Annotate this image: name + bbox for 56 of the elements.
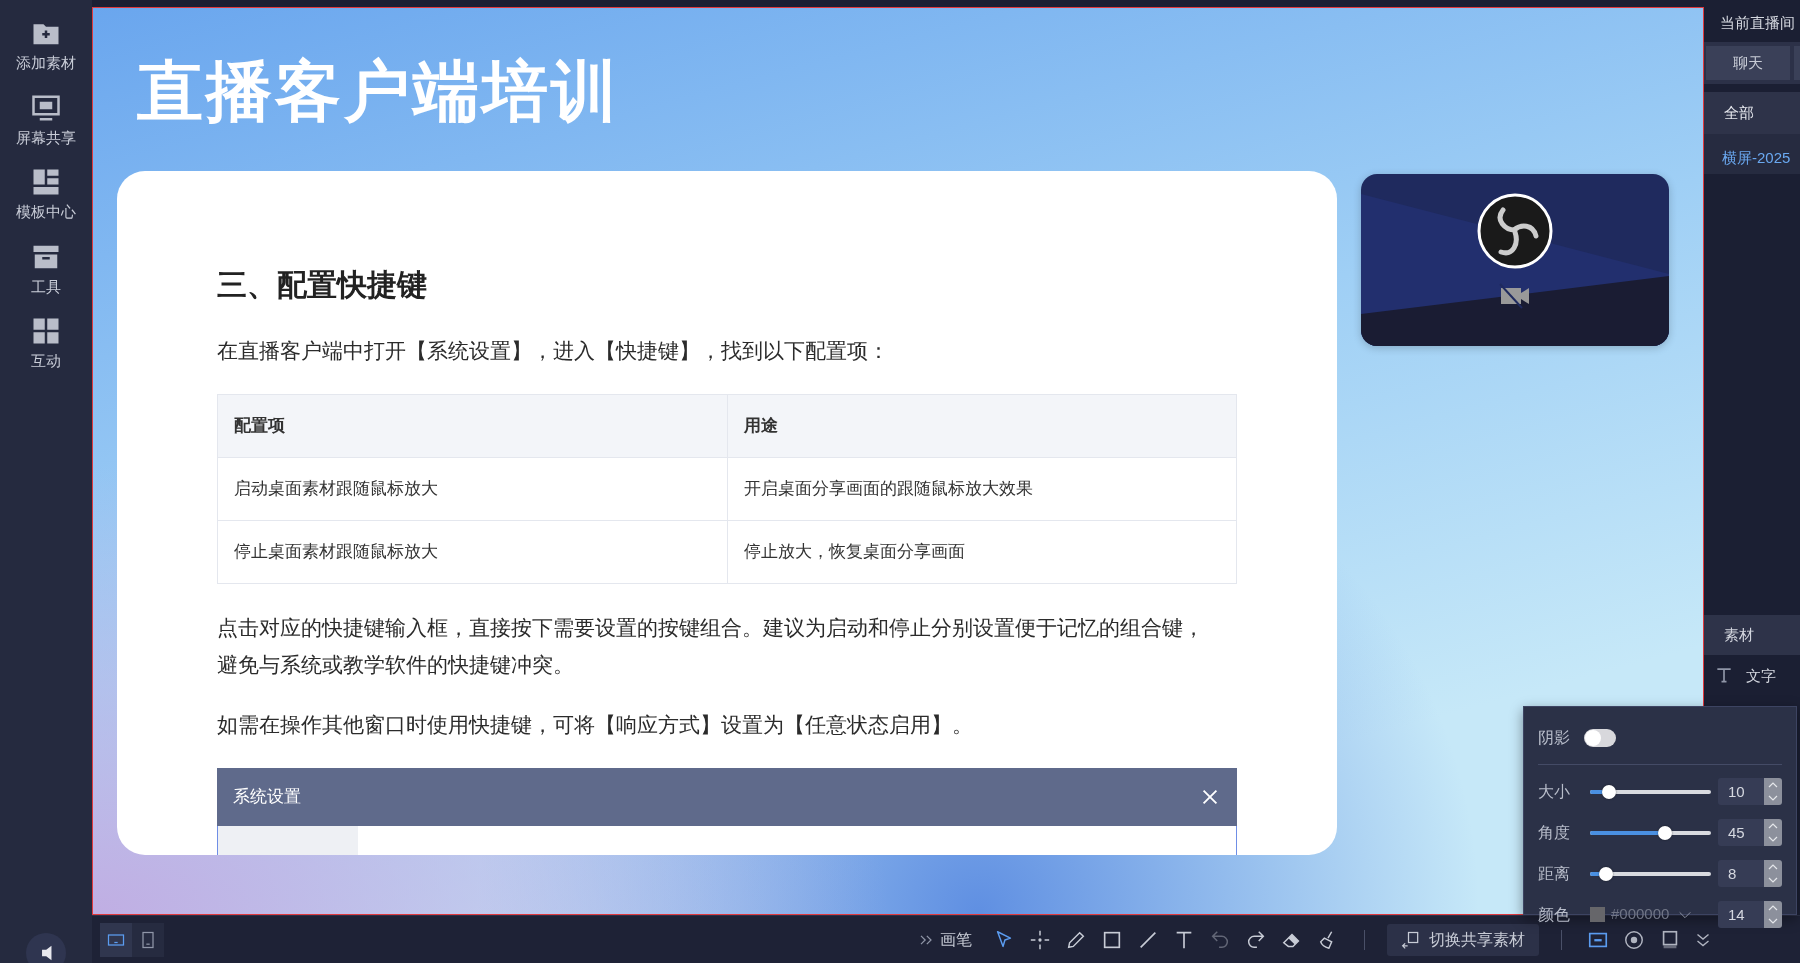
slider-thumb[interactable] <box>1599 866 1614 881</box>
text-icon <box>1714 665 1734 685</box>
field-label: 大小 <box>1538 781 1571 802</box>
undo-icon <box>1209 928 1231 951</box>
slide-title: 直播客户端培训 <box>136 53 621 130</box>
section-heading: 三、配置快捷键 <box>217 267 428 303</box>
switch-button[interactable]: 切换共享素材 <box>1387 923 1539 956</box>
sidebar-item[interactable]: 屏幕共享 <box>16 126 76 149</box>
section-header: 素材 <box>1704 615 1800 655</box>
paragraph: 点击对应的快捷键输入框，直接按下需要设置的按键组合。建议为启动和停止分别设置便于记忆的组合键，避免与系统或教学软件的快捷键冲突。 <box>217 614 1205 678</box>
number-field[interactable]: 8 <box>1718 860 1764 887</box>
room-item[interactable]: 横屏-2025 <box>1704 134 1800 174</box>
spinner-button[interactable] <box>1764 860 1782 887</box>
layout-icon <box>31 167 61 197</box>
number-field[interactable]: 10 <box>1718 778 1764 805</box>
redo-icon <box>1245 928 1267 951</box>
table-cell: 停止桌面素材跟随鼠标放大 <box>217 520 727 584</box>
toggle-switch[interactable] <box>1584 728 1616 747</box>
field-label: 距离 <box>1538 863 1571 884</box>
camera-off-icon <box>1499 283 1529 309</box>
number-field[interactable]: 14 <box>1718 901 1764 928</box>
spinner-button[interactable] <box>1764 901 1782 928</box>
grid-icon <box>31 316 61 346</box>
column-header: 配置项 <box>217 394 727 458</box>
speaker-icon <box>40 945 52 961</box>
record-icon <box>1623 928 1645 951</box>
table-cell: 启动桌面素材跟随鼠标放大 <box>217 457 727 521</box>
toolbar-label: 画笔 <box>940 929 972 950</box>
sidebar-item[interactable]: 工具 <box>31 275 61 298</box>
panel-title: 当前直播间 <box>1719 13 1796 33</box>
tab[interactable]: 聊天 <box>1706 46 1790 80</box>
table-cell: 开启桌面分享画面的跟随鼠标放大效果 <box>727 457 1237 521</box>
swap-icon <box>1401 929 1421 950</box>
column-header: 用途 <box>727 394 1237 458</box>
logo-icon <box>1477 193 1553 269</box>
number-field[interactable]: 45 <box>1718 819 1764 846</box>
spinner-button[interactable] <box>1764 778 1782 805</box>
view-toggle[interactable] <box>100 922 132 957</box>
slider-thumb[interactable] <box>1601 784 1616 799</box>
paragraph: 如需在操作其他窗口时使用快捷键，可将【响应方式】设置为【任意状态启用】。 <box>217 712 974 739</box>
paragraph: 在直播客户端中打开【系统设置】，进入【快捷键】，找到以下配置项： <box>217 338 890 364</box>
move-icon <box>1029 928 1051 951</box>
sidebar-item[interactable]: 模板中心 <box>16 201 76 224</box>
field-label: 阴影 <box>1538 727 1571 748</box>
table-cell: 停止放大，恢复桌面分享画面 <box>727 520 1237 584</box>
material-item[interactable]: 文字 <box>1746 665 1776 688</box>
field-label: 角度 <box>1538 822 1571 843</box>
filter-label[interactable]: 全部 <box>1704 92 1800 134</box>
field-label: 颜色 <box>1538 904 1571 925</box>
slider-thumb[interactable] <box>1657 825 1672 840</box>
dialog-title: 系统设置 <box>233 786 301 809</box>
volume-button[interactable] <box>26 933 66 963</box>
color-swatch[interactable] <box>1590 907 1605 922</box>
spinner-button[interactable] <box>1764 819 1782 846</box>
sidebar-item[interactable]: 添加素材 <box>16 52 76 75</box>
sidebar-item[interactable]: 互动 <box>31 350 61 373</box>
